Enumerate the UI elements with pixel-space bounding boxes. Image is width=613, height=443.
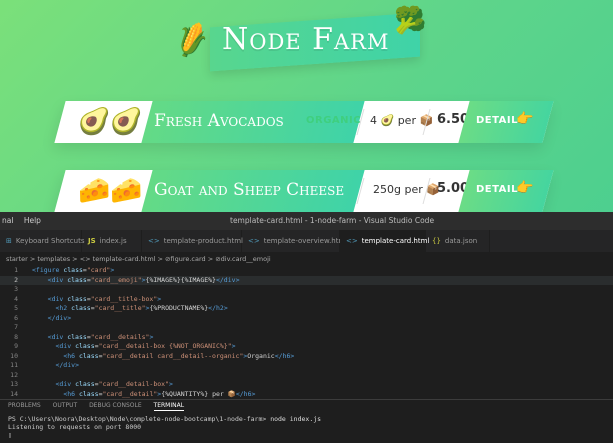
card-title: Fresh Avocados [154, 111, 284, 131]
code-text: </div> [47, 313, 72, 322]
terminal-command: node index.js [266, 415, 322, 423]
line-number: 6 [14, 313, 18, 322]
tab-template-product[interactable]: <> template-product.html [142, 230, 243, 252]
keyboard-icon: ⊞ [6, 237, 12, 245]
line-number: 14 [10, 389, 18, 398]
line-number: 11 [10, 361, 18, 369]
code-line[interactable]: 10 <h6 class="card__detail card__detail-… [0, 352, 613, 362]
line-number: 9 [14, 342, 18, 350]
line-number: 3 [14, 285, 18, 293]
javascript-file-icon: JS [88, 237, 96, 245]
html-file-icon: <> [148, 237, 160, 245]
terminal-panel: PROBLEMS OUTPUT DEBUG CONSOLE TERMINAL P… [0, 399, 613, 443]
avocado-icon: 🥑🥑 [78, 107, 143, 137]
product-card-cheese[interactable]: 🧀🧀 Goat and Sheep Cheese 250g per 📦 5.00… [54, 170, 554, 212]
terminal-cursor: ▯ [8, 431, 12, 439]
vscode-window: nal Help template-card.html - 1-node-far… [0, 212, 613, 443]
pointing-hand-icon: 👉 [516, 111, 534, 127]
menu-item-help[interactable]: Help [24, 216, 41, 225]
detail-button-label[interactable]: DETAIL [476, 115, 518, 126]
code-line[interactable]: 8 <div class="card__details"> [0, 333, 613, 343]
code-text: <div class="card__title-box"> [47, 294, 162, 303]
tab-template-card[interactable]: <> template-card.html [340, 230, 429, 252]
code-line[interactable]: 12 [0, 371, 613, 381]
line-number: 4 [14, 294, 18, 303]
line-number: 2 [14, 275, 18, 284]
terminal-log: Listening to requests on port 8000 [8, 423, 142, 431]
code-text: <div class="card__emoji">{%IMAGE%}{%IMAG… [47, 275, 240, 284]
line-number: 10 [10, 351, 18, 360]
cheese-icon: 🧀🧀 [78, 176, 143, 206]
code-line[interactable]: 2 <div class="card__emoji">{%IMAGE%}{%IM… [0, 275, 613, 285]
corn-icon: 🌽 [171, 21, 213, 61]
pointing-hand-icon: 👉 [516, 180, 534, 196]
code-line[interactable]: 9 <div class="card__detail-box {%NOT_ORG… [0, 342, 613, 352]
detail-button-label[interactable]: DETAIL [476, 184, 518, 195]
code-line[interactable]: 11 </div> [0, 361, 613, 371]
tab-index-js[interactable]: JS index.js [82, 230, 142, 252]
line-number: 13 [10, 380, 18, 388]
card-quantity: 4 🥑 per 📦 [370, 114, 434, 127]
code-line[interactable]: 5 <h2 class="card__title">{%PRODUCTNAME%… [0, 304, 613, 314]
terminal-prompt: PS C:\Users\Noora\Desktop\Node\complete-… [8, 415, 267, 423]
code-line[interactable]: 14 <h6 class="card__detail">{%QUANTITY%}… [0, 390, 613, 400]
code-text: </div> [55, 361, 79, 369]
tab-keyboard-shortcuts[interactable]: ⊞ Keyboard Shortcuts [0, 230, 84, 252]
code-text: <div class="card__detail-box {%NOT_ORGAN… [55, 342, 236, 350]
code-line[interactable]: 3 [0, 285, 613, 295]
code-text: <figure class="card"> [32, 266, 115, 274]
tab-debug-console[interactable]: DEBUG CONSOLE [89, 402, 142, 409]
menu-item-terminal[interactable]: nal [2, 216, 13, 225]
breadcrumb[interactable]: starter > templates > <> template-card.h… [0, 252, 613, 266]
tab-output[interactable]: OUTPUT [53, 402, 77, 409]
html-file-icon: <> [248, 237, 260, 245]
code-line[interactable]: 4 <div class="card__title-box"> [0, 295, 613, 305]
organic-badge: ORGANIC [306, 115, 362, 126]
line-number: 1 [14, 266, 18, 274]
code-text: <h6 class="card__detail">{%QUANTITY%} pe… [63, 389, 256, 398]
broccoli-icon: 🥦 [394, 6, 427, 36]
panel-tabs: PROBLEMS OUTPUT DEBUG CONSOLE TERMINAL [8, 402, 194, 411]
code-text: <div class="card__details"> [47, 332, 154, 341]
line-number: 12 [10, 370, 18, 379]
line-number: 5 [14, 304, 18, 312]
code-line[interactable]: 7 [0, 323, 613, 333]
card-title: Goat and Sheep Cheese [154, 180, 345, 200]
html-file-icon: <> [346, 237, 358, 245]
tab-data-json[interactable]: {} data.json [426, 230, 490, 252]
code-editor[interactable]: 1 <figure class="card"> 2 <div class="card… [0, 266, 613, 399]
code-line[interactable]: 13 <div class="card__detail-box"> [0, 380, 613, 390]
tab-terminal[interactable]: TERMINAL [153, 402, 185, 411]
editor-tabs: ⊞ Keyboard Shortcuts JS index.js <> templat… [0, 230, 613, 252]
code-line[interactable]: 1 <figure class="card"> [0, 266, 613, 276]
card-quantity: 250g per 📦 [373, 183, 440, 196]
window-title: template-card.html - 1-node-farm - Visua… [230, 216, 435, 225]
title-bar: nal Help template-card.html - 1-node-far… [0, 212, 613, 230]
code-line[interactable]: 6 </div> [0, 314, 613, 324]
terminal-output[interactable]: PS C:\Users\Noora\Desktop\Node\complete-… [8, 415, 321, 439]
page-title: Node Farm [222, 22, 390, 57]
line-number: 8 [14, 332, 18, 341]
code-text: <h2 class="card__title">{%PRODUCTNAME%}<… [55, 304, 228, 312]
code-text: <h6 class="card__detail card__detail--or… [63, 351, 295, 360]
code-text: <div class="card__detail-box"> [55, 380, 173, 388]
json-file-icon: {} [432, 237, 441, 245]
tab-template-overview[interactable]: <> template-overview.html [242, 230, 347, 252]
menu-bar: nal Help [2, 216, 49, 225]
tab-problems[interactable]: PROBLEMS [8, 402, 41, 409]
line-number: 7 [14, 323, 18, 331]
product-card-avocados[interactable]: 🥑🥑 Fresh Avocados ORGANIC 4 🥑 per 📦 6.50… [54, 101, 554, 143]
node-farm-app: 🌽 Node Farm 🥦 🥑🥑 Fresh Avocados ORGANIC … [0, 0, 613, 212]
